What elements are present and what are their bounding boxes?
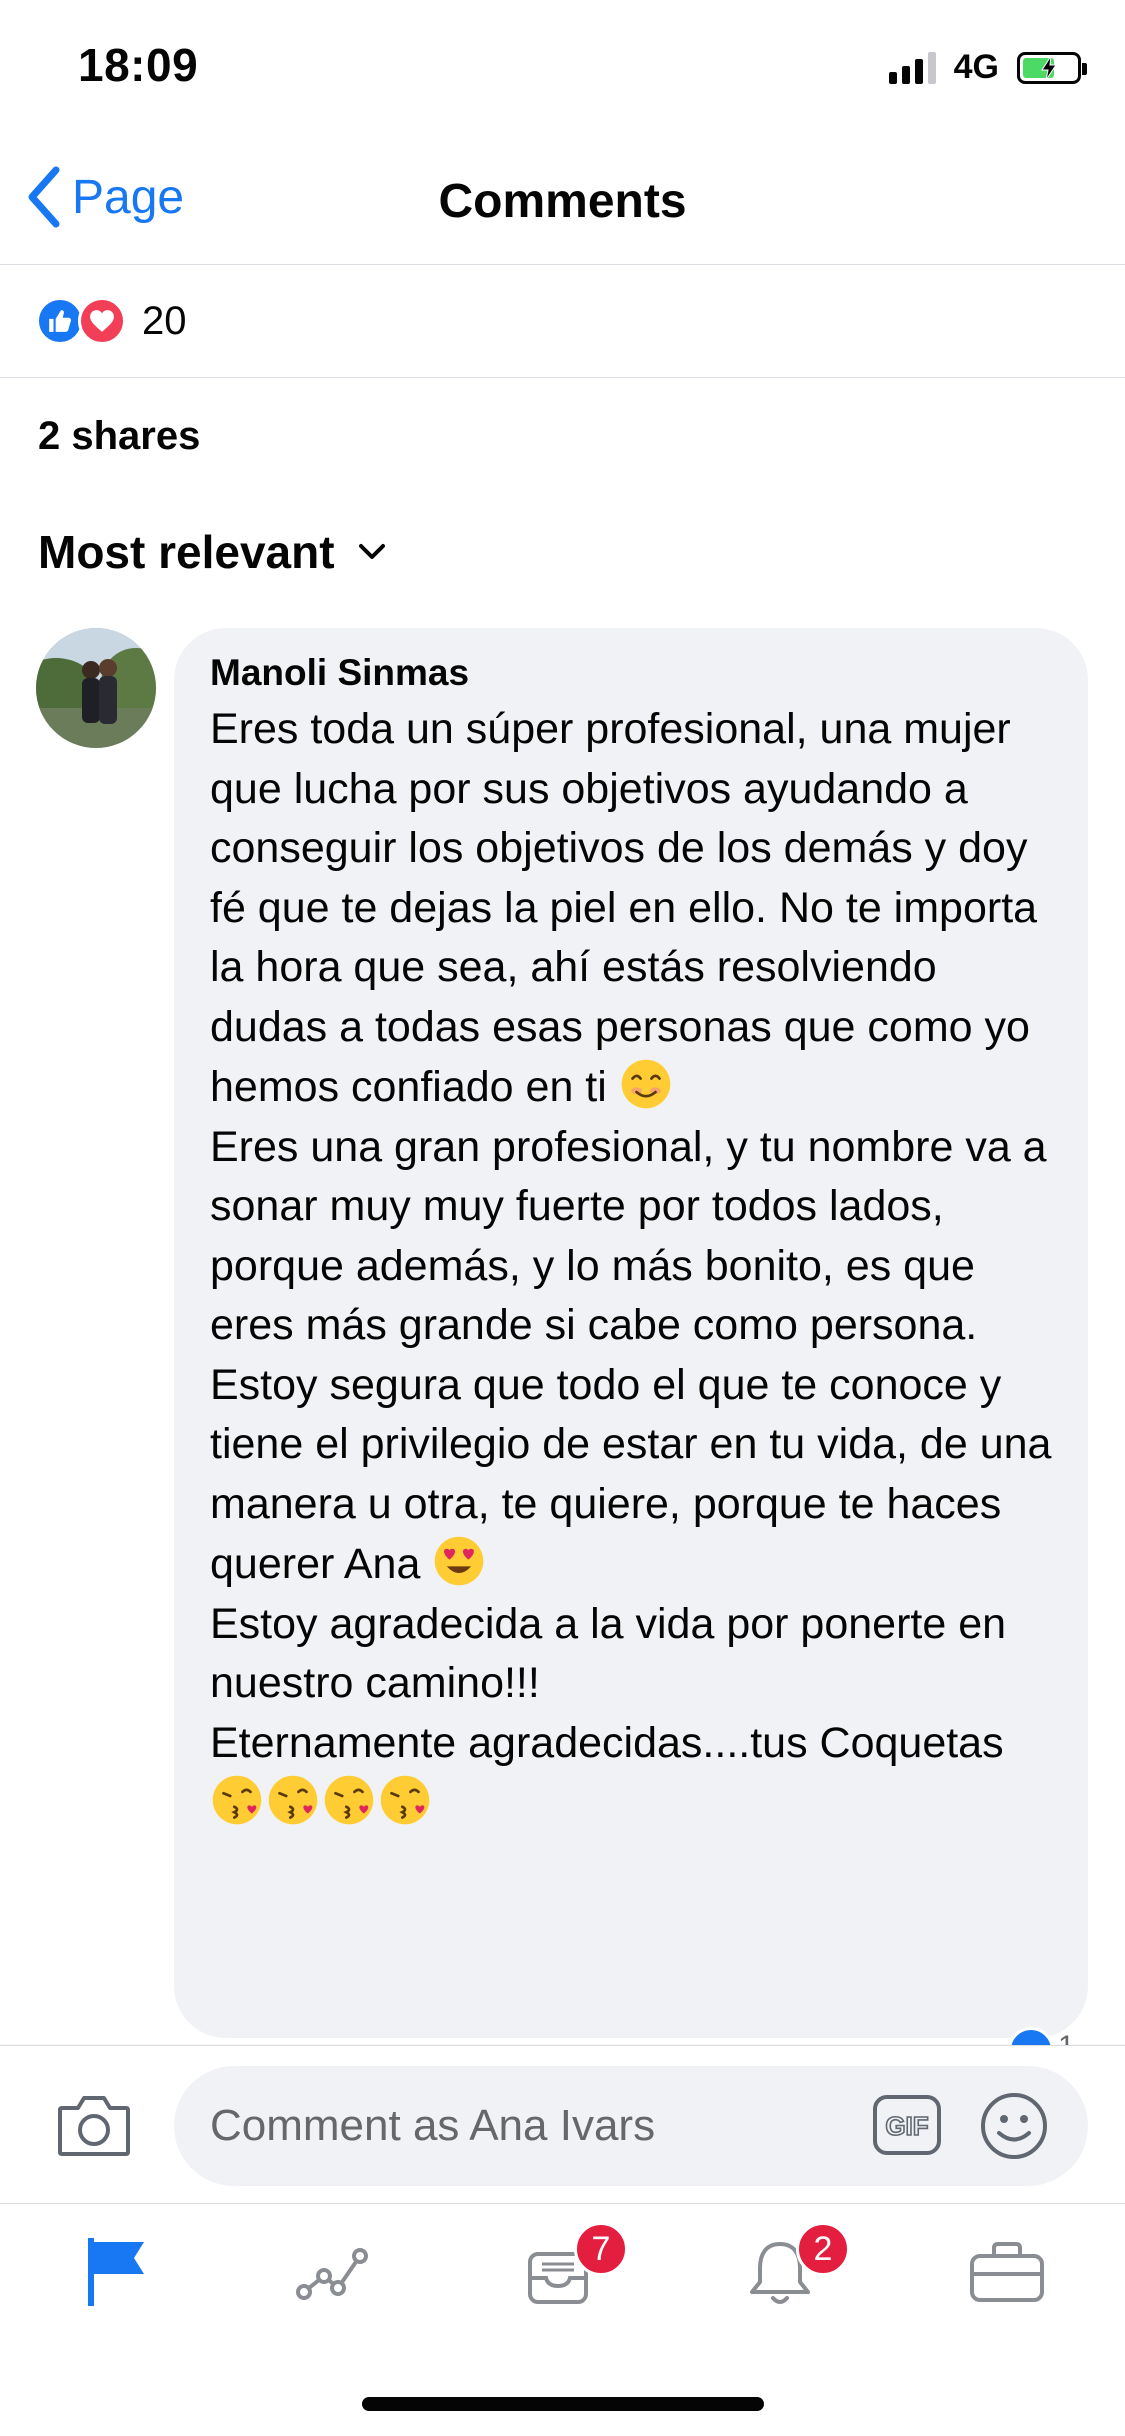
avatar[interactable] (36, 628, 156, 748)
notifications-badge: 2 (796, 2222, 850, 2276)
comment-input[interactable] (174, 2066, 1088, 2186)
camera-button[interactable] (56, 2092, 132, 2163)
smiling-face-emoji (621, 1059, 671, 1109)
status-time: 18:09 (78, 39, 199, 91)
like-reaction-icon (36, 297, 84, 345)
smiley-icon (981, 2093, 1047, 2159)
heart-eyes-emoji (435, 1536, 484, 1586)
flag-icon (88, 2238, 144, 2306)
insights-icon (296, 2248, 368, 2300)
briefcase-icon (970, 2242, 1044, 2302)
tab-bar: 7 2 (0, 2203, 1125, 2353)
tab-page[interactable] (64, 2230, 174, 2320)
home-indicator[interactable] (362, 2397, 764, 2411)
svg-text:GIF: GIF (885, 2111, 928, 2141)
comment-body: Eres toda un súper profesional, una muje… (210, 700, 1052, 1834)
status-bar: 18:09 4G (0, 0, 1125, 140)
comment-composer: GIF (0, 2045, 1125, 2203)
kissing-heart-emoji (268, 1775, 318, 1825)
sort-dropdown[interactable]: Most relevant (38, 525, 387, 579)
shares-count[interactable]: 2 shares (38, 414, 200, 459)
kissing-heart-emoji (212, 1775, 262, 1825)
navigation-bar: Page Comments (0, 140, 1125, 265)
tab-inbox[interactable]: 7 (512, 2222, 628, 2320)
signal-icon (888, 51, 936, 84)
status-indicators: 4G (888, 48, 1087, 87)
gif-icon: GIF (873, 2095, 941, 2155)
tab-notifications[interactable]: 2 (734, 2222, 850, 2320)
sort-label: Most relevant (38, 526, 335, 578)
camera-icon (58, 2096, 130, 2156)
reaction-count: 20 (142, 298, 187, 343)
tab-tools[interactable] (960, 2230, 1070, 2320)
chevron-down-icon (358, 544, 385, 559)
inbox-badge: 7 (574, 2222, 628, 2276)
comment-paragraph: Eres una gran profesional, y tu nombre v… (210, 1122, 1047, 1350)
kissing-heart-emoji (380, 1775, 430, 1825)
emoji-button[interactable] (980, 2092, 1048, 2165)
battery-icon (1017, 51, 1087, 84)
page-title: Comments (438, 175, 687, 228)
comment-bubble[interactable]: Manoli Sinmas Eres toda un súper profesi… (174, 628, 1088, 2038)
love-reaction-icon (78, 297, 126, 345)
comment-paragraph: Estoy segura que todo el que te conoce y… (210, 1360, 1052, 1589)
comment-paragraph: Eternamente agradecidas....tus Coquetas (210, 1714, 1052, 1834)
kissing-emoji-group (210, 1775, 434, 1827)
kissing-heart-emoji (324, 1775, 374, 1825)
comment-author[interactable]: Manoli Sinmas (210, 652, 1052, 694)
comment-paragraph: Estoy agradecida a la vida por ponerte e… (210, 1599, 1007, 1708)
gif-button[interactable]: GIF (872, 2094, 942, 2161)
reactions-summary[interactable]: 20 (0, 265, 1125, 378)
network-type: 4G (953, 48, 999, 86)
comment-paragraph: Eres toda un súper profesional, una muje… (210, 705, 1038, 1111)
tab-insights[interactable] (290, 2230, 400, 2320)
